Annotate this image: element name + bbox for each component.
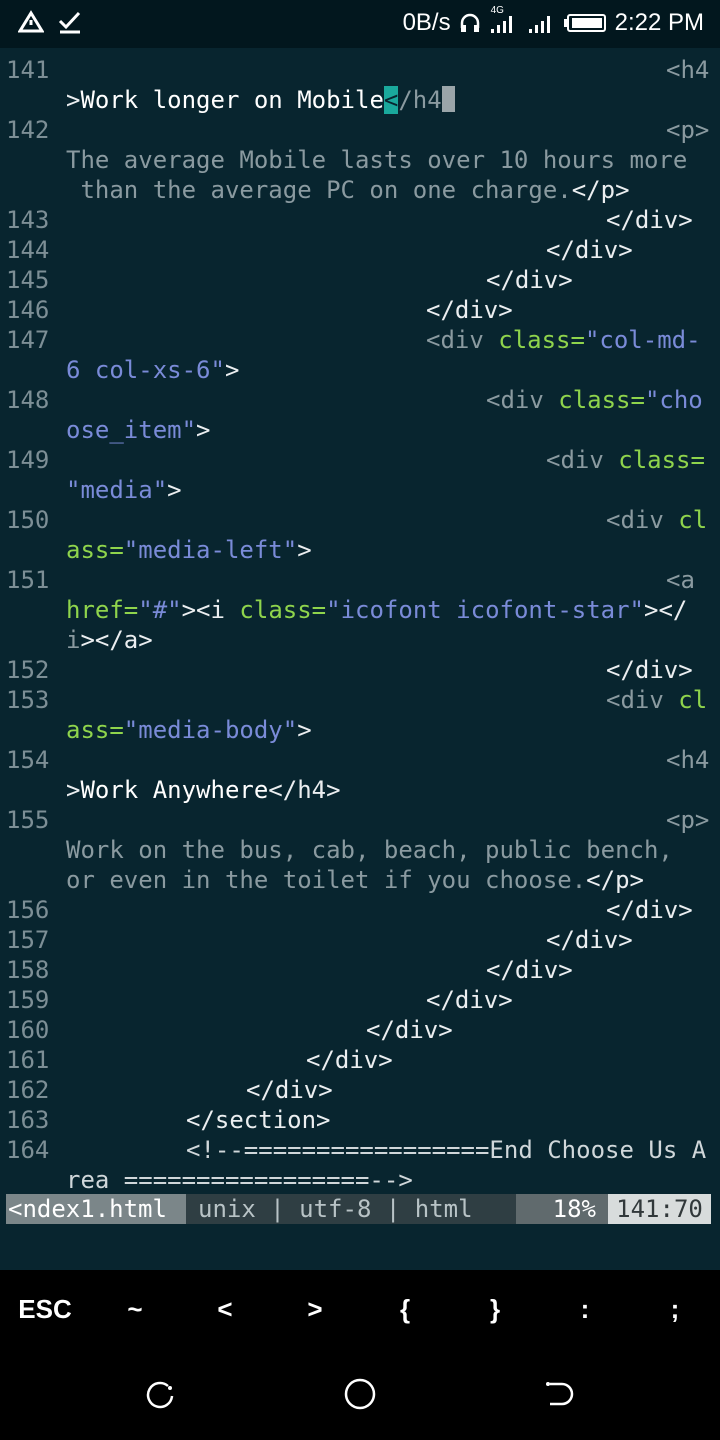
net-speed: 0B/s bbox=[402, 9, 451, 36]
code-line: or even in the toilet if you choose.</p> bbox=[66, 866, 644, 894]
code-line: </div> bbox=[606, 896, 693, 924]
alert-triangle-icon bbox=[18, 10, 44, 34]
text-cursor bbox=[441, 86, 455, 112]
code-line: <!--=================End Choose Us A bbox=[186, 1136, 707, 1164]
line-number: 152 bbox=[6, 656, 50, 684]
code-line: </div> bbox=[486, 266, 573, 294]
line-number: 147 bbox=[6, 326, 50, 354]
line-number: 143 bbox=[6, 206, 50, 234]
code-line: >Work Anywhere</h4> bbox=[66, 776, 341, 804]
code-line: than the average PC on one charge.</p> bbox=[66, 176, 630, 204]
code-line: Work on the bus, cab, beach, public benc… bbox=[66, 836, 673, 864]
code-line: <div cl bbox=[606, 506, 708, 534]
code-line: </div> bbox=[606, 206, 693, 234]
line-number: 157 bbox=[6, 926, 50, 954]
line-number: 159 bbox=[6, 986, 50, 1014]
code-line: </div> bbox=[606, 656, 693, 684]
code-line: </div> bbox=[546, 926, 633, 954]
check-mark-icon bbox=[58, 10, 82, 34]
code-line: href="#"><i class="icofont icofont-star"… bbox=[66, 596, 688, 624]
key-right-brace[interactable]: } bbox=[450, 1294, 540, 1325]
line-number: 163 bbox=[6, 1106, 50, 1134]
filename: <ndex1.html bbox=[6, 1194, 186, 1224]
signal-icon bbox=[527, 11, 555, 35]
key-tilde[interactable]: ~ bbox=[90, 1294, 180, 1325]
code-line: <div class= bbox=[546, 446, 705, 474]
code-line: <div cl bbox=[606, 686, 708, 714]
code-line: </div> bbox=[306, 1046, 393, 1074]
code-line: 6 col-xs-6"> bbox=[66, 356, 240, 384]
line-number: 160 bbox=[6, 1016, 50, 1044]
line-number: 149 bbox=[6, 446, 50, 474]
line-number: 150 bbox=[6, 506, 50, 534]
recent-apps-icon[interactable] bbox=[140, 1374, 180, 1414]
network-type-label: 4G bbox=[490, 5, 504, 16]
signal-4g-icon: 4G bbox=[489, 5, 519, 35]
code-line: <div class="cho bbox=[486, 386, 703, 414]
clock: 2:22 PM bbox=[614, 9, 704, 36]
code-line: rea =================--> bbox=[66, 1166, 413, 1194]
navigation-bar bbox=[0, 1348, 720, 1440]
back-icon[interactable] bbox=[540, 1374, 580, 1414]
code-line: </div> bbox=[246, 1076, 333, 1104]
key-greater-than[interactable]: > bbox=[270, 1294, 360, 1325]
home-icon[interactable] bbox=[340, 1374, 380, 1414]
line-number: 145 bbox=[6, 266, 50, 294]
status-bar: 0B/s 4G 2:22 PM bbox=[0, 0, 720, 48]
code-line: i></a> bbox=[66, 626, 153, 654]
line-number: 162 bbox=[6, 1076, 50, 1104]
vim-status-line: <ndex1.html unix | utf-8 | html 18% 141:… bbox=[6, 1194, 711, 1224]
line-number: 154 bbox=[6, 746, 50, 774]
scroll-percent: 18% bbox=[516, 1194, 608, 1224]
code-line: The average Mobile lasts over 10 hours m… bbox=[66, 146, 688, 174]
code-line: "media"> bbox=[66, 476, 182, 504]
line-number: 158 bbox=[6, 956, 50, 984]
key-semicolon[interactable]: ; bbox=[630, 1294, 720, 1325]
key-less-than[interactable]: < bbox=[180, 1294, 270, 1325]
line-number: 156 bbox=[6, 896, 50, 924]
line-number: 141 bbox=[6, 56, 50, 84]
cursor-highlight: < bbox=[383, 86, 399, 114]
code-line: </section> bbox=[186, 1106, 331, 1134]
code-line: ass="media-left"> bbox=[66, 536, 312, 564]
code-line: >Work longer on Mobile</h4 bbox=[66, 85, 455, 115]
extra-keys-row: ESC ~ < > { } : ; bbox=[0, 1270, 720, 1348]
file-info: unix | utf-8 | html bbox=[186, 1194, 516, 1224]
line-number: 153 bbox=[6, 686, 50, 714]
code-line: <a bbox=[666, 566, 695, 594]
headphones-icon bbox=[459, 12, 481, 34]
line-number: 151 bbox=[6, 566, 50, 594]
line-number: 142 bbox=[6, 116, 50, 144]
code-line: <h4 bbox=[666, 746, 710, 774]
key-colon[interactable]: : bbox=[540, 1294, 630, 1325]
line-number: 144 bbox=[6, 236, 50, 264]
line-number: 146 bbox=[6, 296, 50, 324]
line-number: 161 bbox=[6, 1046, 50, 1074]
code-line: </div> bbox=[486, 956, 573, 984]
cursor-position: 141:70 bbox=[608, 1194, 711, 1224]
key-left-brace[interactable]: { bbox=[360, 1294, 450, 1325]
code-line: </div> bbox=[426, 986, 513, 1014]
code-line: <div class="col-md- bbox=[426, 326, 701, 354]
line-number: 164 bbox=[6, 1136, 50, 1164]
battery-icon bbox=[563, 12, 607, 34]
code-line: ose_item"> bbox=[66, 416, 211, 444]
code-line: ass="media-body"> bbox=[66, 716, 312, 744]
code-line: <p> bbox=[666, 116, 710, 144]
line-number: 155 bbox=[6, 806, 50, 834]
key-esc[interactable]: ESC bbox=[0, 1294, 90, 1325]
code-line: </div> bbox=[426, 296, 513, 324]
line-number: 148 bbox=[6, 386, 50, 414]
code-line: <p> bbox=[666, 806, 710, 834]
code-line: <h4 bbox=[666, 56, 710, 84]
code-line: </div> bbox=[546, 236, 633, 264]
code-line: </div> bbox=[366, 1016, 453, 1044]
